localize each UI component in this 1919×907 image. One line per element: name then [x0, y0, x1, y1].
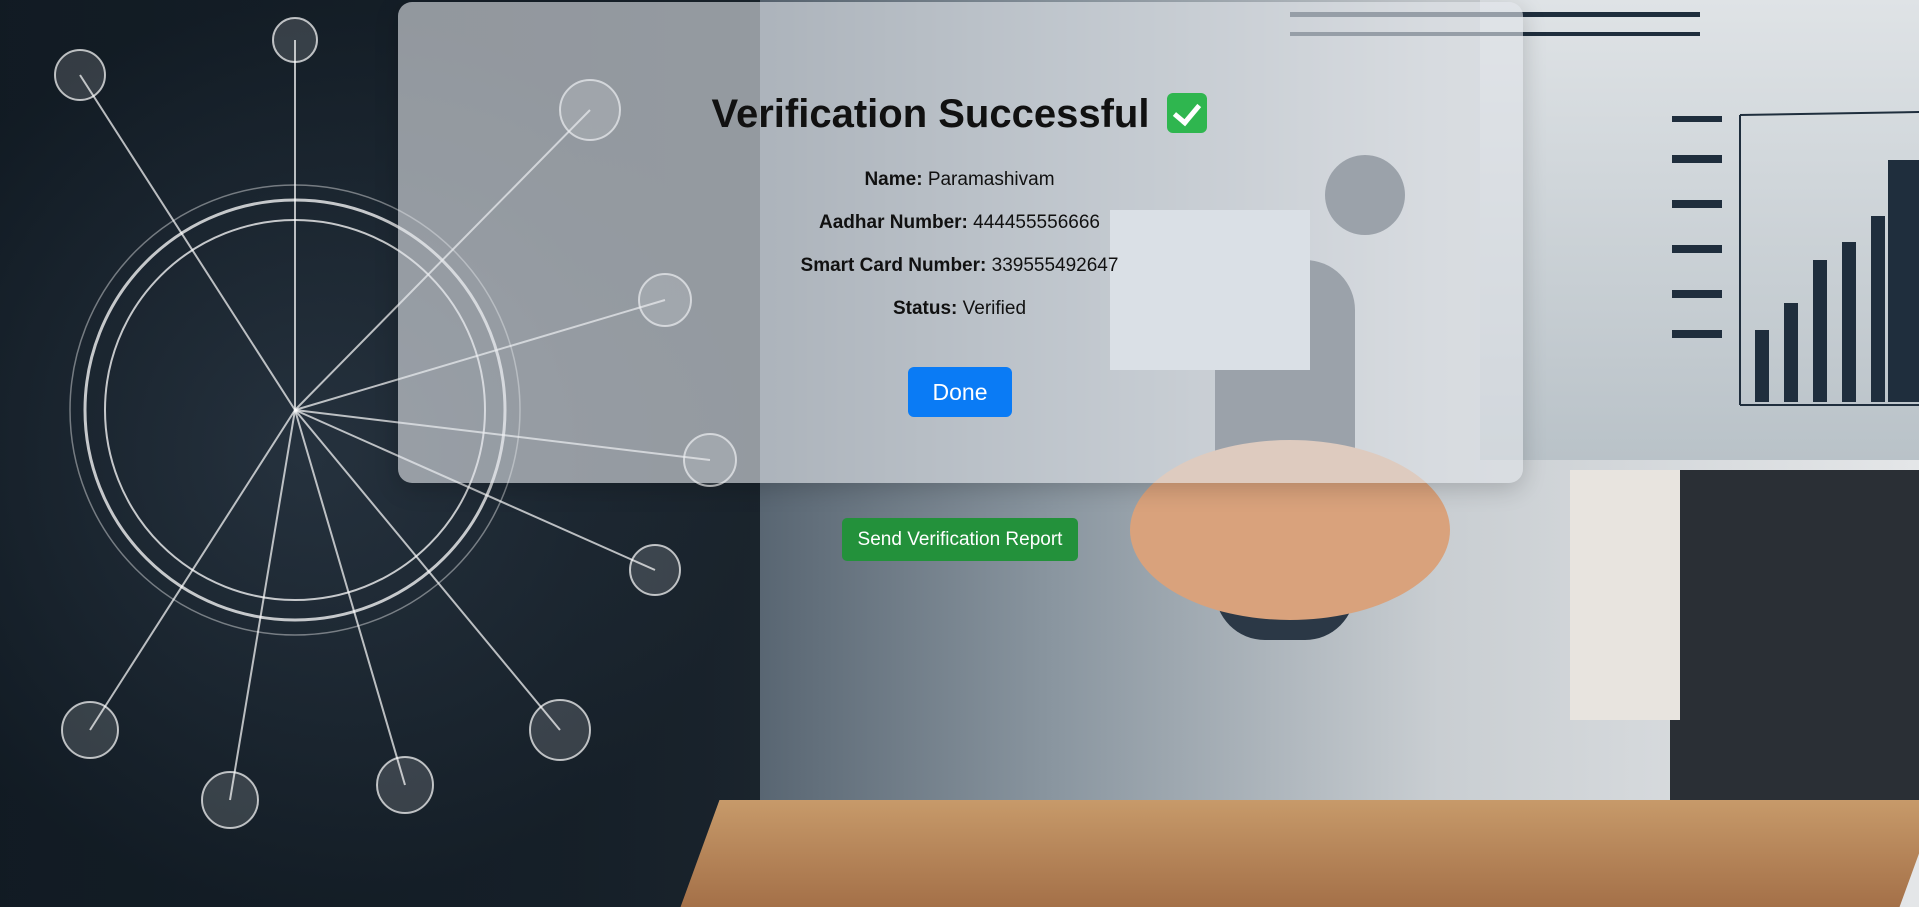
status-row: Status: Verified	[0, 298, 1919, 320]
send-verification-report-button[interactable]: Send Verification Report	[842, 518, 1078, 561]
verification-title-row: Verification Successful	[0, 92, 1919, 137]
smart-card-label: Smart Card Number:	[800, 255, 987, 276]
name-label: Name:	[864, 169, 923, 190]
status-label: Status:	[892, 298, 958, 319]
page-title: Verification Successful	[711, 92, 1150, 136]
aadhar-label: Aadhar Number:	[819, 212, 968, 233]
name-value: Paramashivam	[927, 169, 1055, 190]
status-value: Verified	[962, 298, 1027, 319]
name-row: Name: Paramashivam	[0, 169, 1919, 191]
aadhar-value: 444455556666	[973, 212, 1100, 233]
done-button[interactable]: Done	[908, 367, 1012, 417]
check-mark-icon	[1167, 93, 1208, 133]
smart-card-row: Smart Card Number: 339555492647	[0, 255, 1919, 277]
smart-card-value: 339555492647	[991, 255, 1119, 276]
aadhar-row: Aadhar Number: 444455556666	[0, 212, 1919, 234]
